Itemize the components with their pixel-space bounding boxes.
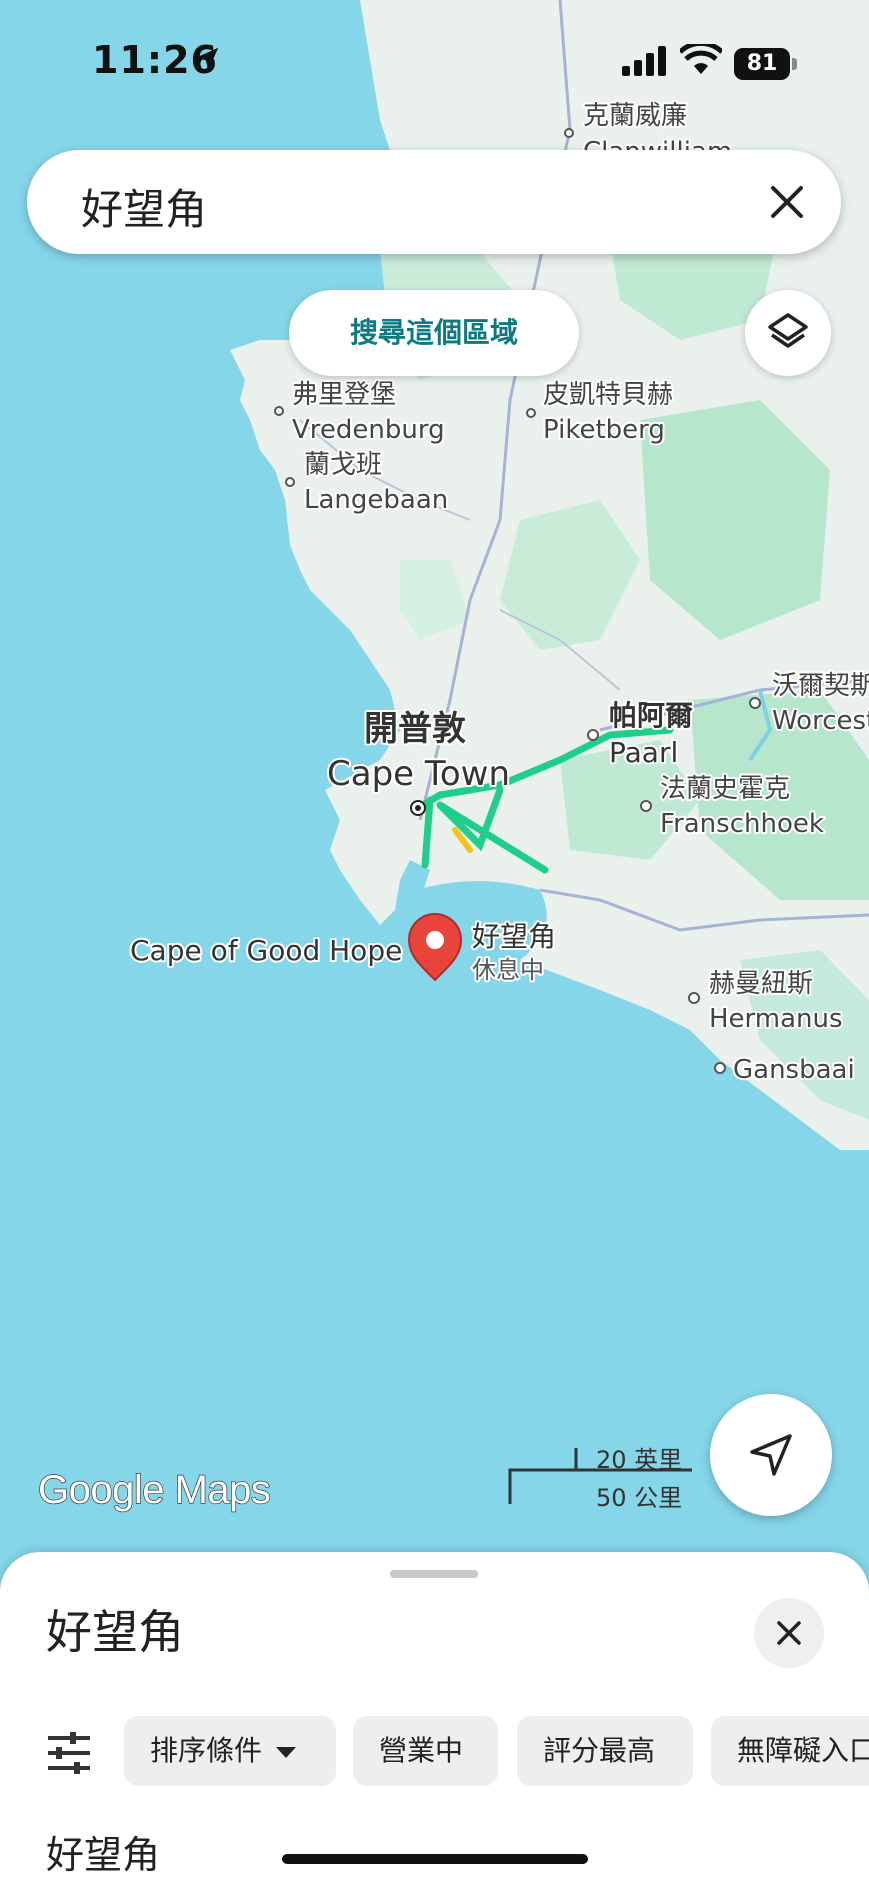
label-langebaan-zh: 蘭戈班 xyxy=(304,450,382,480)
home-indicator[interactable] xyxy=(282,1854,588,1864)
location-arrow-icon xyxy=(195,47,219,71)
chevron-down-icon xyxy=(276,1746,297,1758)
sheet-handle[interactable] xyxy=(390,1570,478,1578)
label-piketberg-zh: 皮凱特貝赫 xyxy=(543,380,673,410)
sheet-title: 好望角 xyxy=(46,1605,184,1659)
city-dot xyxy=(564,128,574,138)
search-query[interactable]: 好望角 xyxy=(81,176,207,237)
label-piketberg-en: Piketberg xyxy=(543,415,665,445)
result-item-title[interactable]: 好望角 xyxy=(46,1824,160,1879)
label-worcester-zh: 沃爾契斯 xyxy=(772,671,869,701)
label-paarl-zh: 帕阿爾 xyxy=(609,699,693,732)
label-vredenburg-zh: 弗里登堡 xyxy=(292,380,396,410)
chip-accessible[interactable]: 無障礙入口 xyxy=(711,1716,869,1786)
signal-icon xyxy=(622,46,666,76)
filter-sliders-icon[interactable] xyxy=(46,1732,92,1774)
layers-button[interactable] xyxy=(745,290,831,376)
label-worcester-en: Worcest xyxy=(772,706,869,736)
chip-open-now[interactable]: 營業中 xyxy=(353,1716,498,1786)
label-vredenburg-en: Vredenburg xyxy=(292,415,445,445)
chip-top-rated[interactable]: 評分最高 xyxy=(517,1716,693,1786)
search-this-area-button[interactable]: 搜尋這個區域 xyxy=(289,290,579,376)
google-maps-logo: Google Maps xyxy=(37,1467,271,1513)
city-dot xyxy=(688,992,700,1004)
label-franschhoek-en: Franschhoek xyxy=(660,809,824,839)
sheet-close-button[interactable] xyxy=(754,1598,824,1668)
label-paarl-en: Paarl xyxy=(609,736,678,769)
battery-indicator: 81 xyxy=(734,48,790,80)
close-icon xyxy=(777,1621,801,1645)
label-capetown-zh: 開普敦 xyxy=(364,709,466,749)
navigate-icon xyxy=(750,1434,792,1476)
label-cape-status: 休息中 xyxy=(472,956,544,984)
scale-km: 50 公里 xyxy=(596,1484,683,1512)
label-cape-zh: 好望角 xyxy=(472,920,556,953)
label-langebaan-en: Langebaan xyxy=(304,485,448,515)
city-dot xyxy=(749,697,761,709)
google-maps-logo-text: Google Maps xyxy=(37,1467,271,1512)
city-dot xyxy=(587,729,599,741)
status-bar: 11:26 81 xyxy=(0,0,869,120)
battery-tip xyxy=(792,58,797,70)
label-franschhoek-zh: 法蘭史霍克 xyxy=(660,774,790,804)
city-dot xyxy=(274,406,284,416)
city-dot xyxy=(640,800,652,812)
wifi-icon xyxy=(680,44,722,74)
results-sheet[interactable]: 好望角 排序條件 營業中 評分最高 無障礙入口 好望角 xyxy=(0,1552,869,1884)
map-scale: 20 英里 50 公里 xyxy=(508,1440,693,1512)
city-dot xyxy=(526,408,536,418)
search-bar[interactable]: 好望角 xyxy=(27,150,841,254)
city-dot xyxy=(415,805,421,811)
city-dot xyxy=(714,1062,726,1074)
label-hermanus-zh: 赫曼紐斯 xyxy=(709,969,813,999)
label-hermanus-en: Hermanus xyxy=(709,1004,843,1034)
label-capetown-en: Cape Town xyxy=(327,754,510,794)
close-icon[interactable] xyxy=(761,176,813,228)
label-cape-en: Cape of Good Hope xyxy=(130,934,402,967)
chip-sort-label: 排序條件 xyxy=(150,1734,263,1767)
layers-icon xyxy=(768,313,808,348)
filter-row: 排序條件 營業中 評分最高 無障礙入口 xyxy=(0,1714,869,1786)
chip-sort[interactable]: 排序條件 xyxy=(124,1716,336,1786)
city-dot xyxy=(285,477,295,487)
label-gansbaai-en: Gansbaai xyxy=(733,1055,855,1085)
my-location-button[interactable] xyxy=(710,1394,832,1516)
scale-miles: 20 英里 xyxy=(596,1446,683,1474)
